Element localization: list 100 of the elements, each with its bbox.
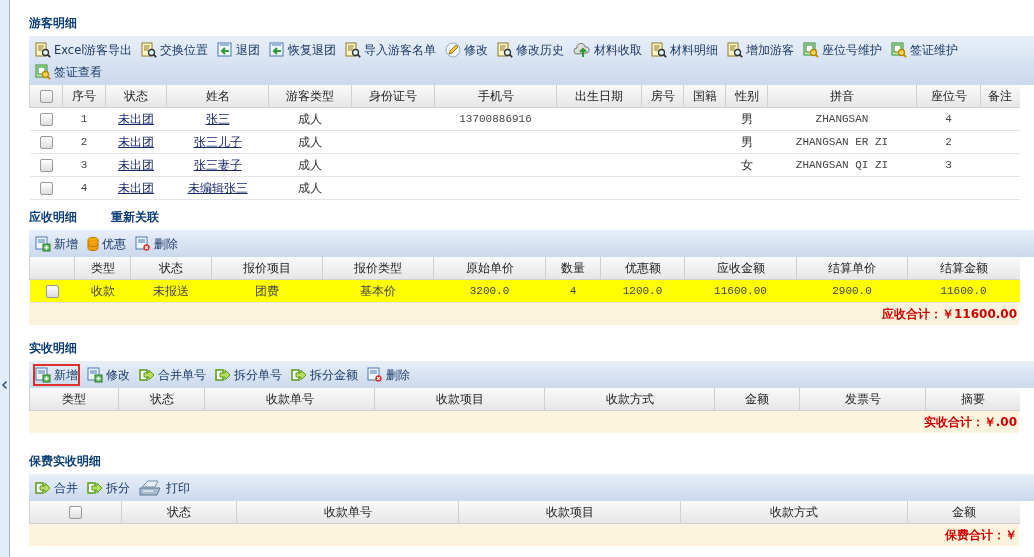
column-header: 收款项目 xyxy=(374,388,545,411)
toolbar-button[interactable]: 删除 xyxy=(366,365,411,385)
table-row[interactable]: 收款 未报送 团费 基本价 3200.0 4 1200.0 11600.00 2900.0 11600.0 xyxy=(29,279,1020,303)
table-cell: 成人 xyxy=(298,111,322,126)
toolbar-button[interactable]: 材料收取 xyxy=(572,40,644,60)
relink-link[interactable]: 重新关联 xyxy=(111,209,159,226)
column-header: 应收金额 xyxy=(684,257,797,280)
table-link[interactable]: 未出团 xyxy=(118,111,154,126)
exit-arrow-icon xyxy=(215,368,231,382)
checkbox[interactable] xyxy=(39,159,53,172)
column-header: 摘要 xyxy=(925,388,1020,411)
table-link[interactable]: 未出团 xyxy=(118,180,154,195)
table-cell: 4 xyxy=(945,113,952,125)
column-header: 发票号 xyxy=(799,388,926,411)
toolbar-button[interactable]: 增加游客 xyxy=(726,40,796,60)
table-cell: 成人 xyxy=(298,134,322,149)
column-header: 优惠额 xyxy=(600,257,685,280)
checkbox[interactable] xyxy=(39,182,53,195)
column-header: 类型 xyxy=(29,388,119,411)
column-header: 身份证号 xyxy=(351,85,435,108)
exit-arrow-icon xyxy=(87,481,103,495)
toolbar-button[interactable]: 优惠 xyxy=(86,234,127,254)
toolbar-button[interactable]: 签证维护 xyxy=(890,40,960,60)
column-header: 出生日期 xyxy=(556,85,642,108)
exit-arrow-icon xyxy=(291,368,307,382)
column-header: 金额 xyxy=(907,501,1020,524)
column-header: 拼音 xyxy=(767,85,917,108)
table-cell: 13700886916 xyxy=(459,113,532,125)
table-cell: 未报送 xyxy=(153,283,189,298)
checkbox[interactable] xyxy=(69,506,82,519)
printer-icon xyxy=(139,480,163,496)
toolbar-button[interactable]: 新增 xyxy=(34,365,79,385)
document-add-icon xyxy=(35,236,51,252)
column-header: 房号 xyxy=(641,85,684,108)
table-link[interactable]: 张三 xyxy=(205,111,230,126)
document-search-icon xyxy=(497,42,514,58)
toolbar-button[interactable]: 合并单号 xyxy=(138,365,207,385)
table-cell: 11600.00 xyxy=(714,285,767,297)
toolbar-button[interactable]: 交换位置 xyxy=(140,40,210,60)
document-add-icon xyxy=(87,367,103,383)
column-header: 游客类型 xyxy=(268,85,352,108)
column-header: 结算金额 xyxy=(907,257,1020,280)
table-cell: 男 xyxy=(740,111,753,126)
toolbar-button[interactable]: 拆分金额 xyxy=(290,365,359,385)
toolbar-button[interactable]: 打印 xyxy=(138,478,191,498)
toolbar-button[interactable]: 删除 xyxy=(134,234,179,254)
column-header: 手机号 xyxy=(434,85,557,108)
section-title: 应收明细 xyxy=(29,209,77,226)
column-header: 报价类型 xyxy=(322,257,434,280)
column-header: 收款项目 xyxy=(458,501,681,524)
column-header: 备注 xyxy=(980,85,1020,108)
table-link[interactable]: 张三儿子 xyxy=(193,134,242,149)
checkbox[interactable] xyxy=(39,136,53,149)
toolbar-button[interactable]: 修改 xyxy=(86,365,131,385)
table-link[interactable]: 张三妻子 xyxy=(193,157,242,172)
document-search-icon xyxy=(35,64,51,80)
table-cell: 3 xyxy=(80,159,88,171)
table-cell: 3 xyxy=(945,159,952,171)
toolbar-button[interactable]: 座位号维护 xyxy=(802,40,884,60)
toolbar-button[interactable]: 修改历史 xyxy=(496,40,566,60)
toolbar-button[interactable]: 拆分 xyxy=(86,478,131,498)
column-header: 收款方式 xyxy=(680,501,908,524)
toolbar-button[interactable]: 拆分单号 xyxy=(214,365,283,385)
checkbox[interactable] xyxy=(39,90,53,103)
column-header: 状态 xyxy=(118,388,205,411)
section-title: 游客明细 xyxy=(29,15,77,32)
document-delete-icon xyxy=(367,367,383,383)
table-cell: 女 xyxy=(740,157,753,172)
document-delete-icon xyxy=(135,236,151,252)
section-title: 实收明细 xyxy=(29,340,77,357)
coins-icon xyxy=(87,236,99,252)
checkbox[interactable] xyxy=(39,113,53,126)
table-link[interactable]: 未编辑张三 xyxy=(187,180,248,195)
checkbox[interactable] xyxy=(45,285,59,298)
table-cell: 成人 xyxy=(298,180,322,195)
toolbar-button[interactable]: 恢复退团 xyxy=(268,40,338,60)
table-link[interactable]: 未出团 xyxy=(118,157,154,172)
toolbar-button[interactable]: 合并 xyxy=(34,478,79,498)
column-header: 姓名 xyxy=(166,85,269,108)
column-header: 性别 xyxy=(725,85,768,108)
total-amount: 保费合计：￥ xyxy=(945,526,1018,544)
table-link[interactable]: 未出团 xyxy=(118,134,154,149)
column-header: 收款单号 xyxy=(236,501,459,524)
toolbar-button[interactable]: 退团 xyxy=(216,40,262,60)
toolbar-button[interactable]: 导入游客名单 xyxy=(344,40,438,60)
column-header: 收款单号 xyxy=(204,388,375,411)
exit-arrow-icon xyxy=(139,368,155,382)
table-cell: 男 xyxy=(740,134,753,149)
toolbar-button[interactable]: Excel游客导出 xyxy=(34,40,134,60)
column-header: 收款方式 xyxy=(544,388,715,411)
table-cell: 团费 xyxy=(255,283,279,298)
column-header: 座位号 xyxy=(916,85,981,108)
toolbar-button[interactable]: 材料明细 xyxy=(650,40,720,60)
document-search-icon xyxy=(891,42,908,58)
table-cell: 3200.0 xyxy=(469,285,510,297)
toolbar-button[interactable]: 修改 xyxy=(444,40,490,60)
document-search-icon xyxy=(803,42,820,58)
toolbar-button[interactable]: 签证查看 xyxy=(34,62,103,82)
toolbar-button[interactable]: 新增 xyxy=(34,234,79,254)
column-header: 状态 xyxy=(121,501,237,524)
